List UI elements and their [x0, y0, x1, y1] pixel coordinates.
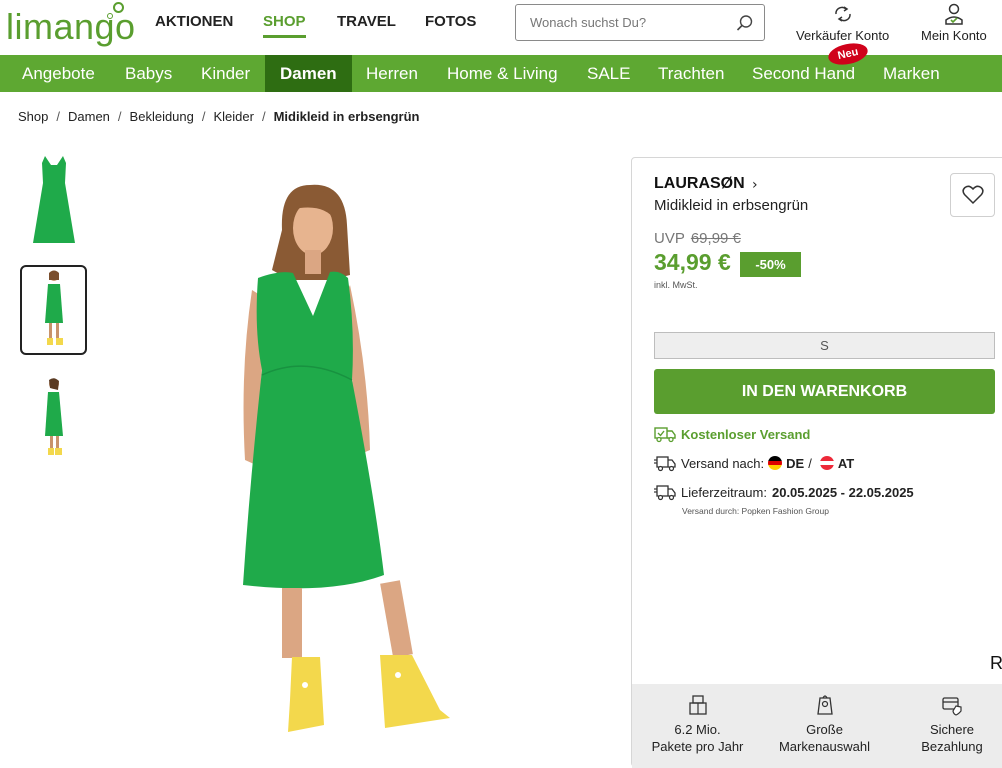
model-dress-illustration — [243, 184, 450, 732]
vat-note: inkl. MwSt. — [654, 280, 698, 290]
logo-bubble-small-icon — [107, 13, 113, 19]
nav-marken[interactable]: Marken — [883, 55, 940, 92]
austria-flag-icon — [819, 456, 834, 470]
delivery-range: 20.05.2025 - 22.05.2025 — [771, 484, 914, 500]
logo-bubble-icon — [113, 2, 124, 13]
brand-link[interactable]: LAURASØN — [654, 175, 745, 193]
free-shipping-row: Kostenloser Versand — [654, 425, 810, 443]
dress-flat-thumbnail — [32, 156, 75, 243]
usp-bar: 6.2 Mio. Pakete pro Jahr Große Markenaus… — [632, 684, 1002, 768]
discount-badge: -50% — [740, 252, 801, 277]
add-to-cart-button[interactable]: IN DEN WARENKORB — [654, 369, 995, 414]
delivery-period-row: Lieferzeitraum: 20.05.2025 - 22.05.2025 — [654, 483, 914, 501]
truck-icon — [654, 456, 676, 472]
thumbnail-dress-flat[interactable] — [20, 155, 87, 245]
current-price: 34,99 € — [654, 249, 731, 275]
topnav-travel[interactable]: TRAVEL — [337, 13, 396, 30]
breadcrumb-damen[interactable]: Damen — [68, 109, 110, 124]
thumbnail-model-side[interactable] — [20, 373, 87, 463]
nav-angebote[interactable]: Angebote — [22, 55, 95, 92]
topnav-shop[interactable]: SHOP — [263, 13, 306, 38]
usp-secure-payment: Sichere Bezahlung — [912, 694, 992, 755]
heart-icon — [961, 185, 984, 205]
seller-account-link[interactable]: Verkäufer Konto — [796, 2, 889, 43]
usp-packages: 6.2 Mio. Pakete pro Jahr — [650, 694, 745, 755]
country-separator: / — [808, 455, 812, 471]
breadcrumb: Shop / Damen / Bekleidung / Kleider / Midikleid … — [18, 109, 420, 124]
nav-sale[interactable]: SALE — [587, 55, 630, 92]
delivery-truck-icon — [654, 485, 676, 501]
thumbnail-model-front[interactable] — [20, 265, 87, 355]
nav-babys[interactable]: Babys — [125, 55, 172, 92]
seller-account-label: Verkäufer Konto — [796, 28, 890, 43]
usp-brands: Große Markenauswahl — [772, 694, 877, 755]
nav-home-living[interactable]: Home & Living — [447, 55, 558, 92]
breadcrumb-bekleidung[interactable]: Bekleidung — [130, 109, 194, 124]
usp-secure-line2: Bezahlung — [921, 739, 983, 754]
model-side-thumbnail — [44, 378, 63, 455]
nav-trachten[interactable]: Trachten — [658, 55, 724, 92]
search-box[interactable] — [515, 4, 765, 41]
nav-kinder[interactable]: Kinder — [201, 55, 250, 92]
germany-flag-icon — [768, 456, 783, 470]
breadcrumb-current: Midikleid in erbsengrün — [273, 109, 420, 124]
topnav-fotos[interactable]: FOTOS — [425, 13, 476, 30]
breadcrumb-kleider[interactable]: Kleider — [214, 109, 254, 124]
free-shipping-label: Kostenloser Versand — [681, 426, 811, 442]
tag-icon — [816, 695, 833, 715]
recycle-icon — [834, 6, 851, 22]
model-front-thumbnail — [44, 270, 63, 345]
secure-payment-icon — [942, 697, 962, 716]
chevron-right-icon: › — [752, 177, 758, 193]
product-panel: LAURASØN › Midikleid in erbsengrün UVP 69… — [631, 157, 1002, 768]
wishlist-button[interactable] — [950, 173, 995, 217]
shipping-destination-row: Versand nach: DE / AT — [654, 454, 854, 472]
usp-packages-line1: 6.2 Mio. — [674, 722, 721, 737]
parcel-icon — [688, 695, 707, 715]
breadcrumb-separator: / — [56, 109, 60, 124]
usp-secure-line1: Sichere — [929, 722, 975, 737]
user-icon — [945, 3, 963, 25]
search-icon[interactable] — [736, 14, 754, 32]
topnav-aktionen[interactable]: AKTIONEN — [155, 13, 233, 30]
breadcrumb-shop[interactable]: Shop — [18, 109, 48, 124]
uvp-label: UVP — [654, 230, 685, 247]
search-input[interactable] — [530, 15, 730, 30]
size-selector[interactable]: S — [654, 332, 995, 359]
breadcrumb-separator: / — [117, 109, 122, 124]
uvp-old-price: 69,99 € — [690, 230, 741, 247]
usp-brands-line1: Große — [806, 722, 843, 737]
breadcrumb-separator: / — [201, 109, 206, 124]
truck-check-icon — [654, 427, 676, 443]
my-account-label: Mein Konto — [921, 28, 987, 43]
cutoff-glyph: R — [990, 653, 1002, 673]
nav-herren[interactable]: Herren — [366, 55, 418, 92]
my-account-link[interactable]: Mein Konto — [921, 2, 987, 43]
usp-packages-line2: Pakete pro Jahr — [651, 739, 744, 754]
shipping-to-label: Versand nach: — [681, 455, 765, 471]
nav-damen[interactable]: Damen — [265, 55, 352, 92]
country-de: DE — [786, 455, 805, 471]
usp-brands-line2: Markenauswahl — [778, 739, 871, 754]
product-name: Midikleid in erbsengrün — [654, 197, 809, 214]
uvp-price: UVP 69,99 € — [654, 230, 741, 247]
main-product-image[interactable] — [200, 170, 490, 750]
delivery-label: Lieferzeitraum: — [681, 484, 767, 500]
country-at: AT — [837, 455, 855, 471]
breadcrumb-separator: / — [261, 109, 266, 124]
shipped-by-note: Versand durch: Popken Fashion Group — [682, 506, 829, 516]
